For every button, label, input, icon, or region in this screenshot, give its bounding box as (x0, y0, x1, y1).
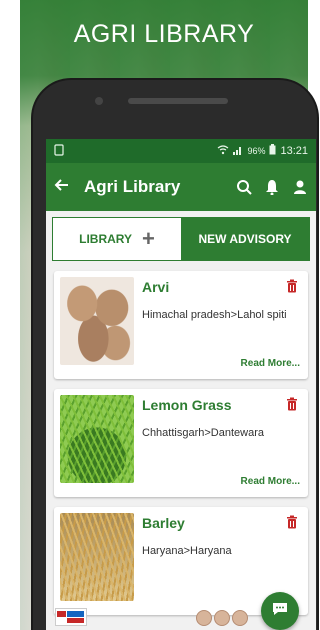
battery-icon (269, 144, 276, 158)
tab-library-label: LIBRARY (79, 232, 133, 246)
search-icon[interactable] (236, 179, 252, 195)
person-avatar (214, 610, 230, 626)
chat-icon (271, 601, 289, 622)
delete-icon[interactable] (286, 397, 298, 411)
status-time: 13:21 (280, 145, 308, 157)
phone-camera (95, 97, 103, 105)
read-more-link[interactable]: Read More... (241, 358, 300, 369)
card-info: Lemon Grass Chhattisgarh>Dantewara Read … (134, 395, 302, 491)
crop-image (60, 395, 134, 483)
crop-location: Himachal pradesh>Lahol spiti (142, 309, 287, 321)
status-bar: 96% 13:21 (46, 139, 316, 163)
crop-location: Chhattisgarh>Dantewara (142, 427, 264, 439)
user-profile-icon[interactable] (292, 179, 308, 195)
crop-location: Haryana>Haryana (142, 545, 232, 557)
crop-name: Barley (142, 515, 185, 531)
delete-icon[interactable] (286, 279, 298, 293)
status-indicators: 96% 13:21 (217, 144, 308, 158)
notification-icon (54, 143, 64, 159)
people-illustration (196, 610, 256, 630)
app-bar-actions (236, 179, 308, 196)
tab-new-advisory[interactable]: NEW ADVISORY (181, 218, 309, 260)
library-card[interactable]: Arvi Himachal pradesh>Lahol spiti Read M… (54, 271, 308, 379)
phone-screen: 96% 13:21 Agri Library LIBRARY + NEW ADV… (46, 139, 316, 630)
tab-bar: LIBRARY + NEW ADVISORY (52, 217, 310, 261)
promo-title: AGRI LIBRARY (73, 20, 255, 48)
crop-name: Lemon Grass (142, 397, 232, 413)
tab-new-advisory-label: NEW ADVISORY (198, 232, 292, 246)
phone-frame: 96% 13:21 Agri Library LIBRARY + NEW ADV… (33, 80, 317, 630)
battery-percent: 96% (247, 146, 266, 156)
tab-library[interactable]: LIBRARY + (53, 218, 181, 260)
add-icon[interactable]: + (142, 226, 155, 252)
app-title: Agri Library (84, 177, 181, 196)
bell-icon[interactable] (264, 179, 280, 196)
crop-image (60, 513, 134, 601)
card-info: Arvi Himachal pradesh>Lahol spiti Read M… (134, 277, 302, 373)
wifi-icon (217, 144, 229, 158)
brand-logo (55, 608, 87, 626)
library-list: Arvi Himachal pradesh>Lahol spiti Read M… (46, 261, 316, 615)
crop-image (60, 277, 134, 365)
person-avatar (196, 610, 212, 626)
read-more-link[interactable]: Read More... (241, 476, 300, 487)
library-card[interactable]: Lemon Grass Chhattisgarh>Dantewara Read … (54, 389, 308, 497)
chat-button[interactable] (261, 592, 299, 630)
back-arrow-icon[interactable] (54, 177, 78, 198)
phone-speaker (128, 98, 228, 104)
crop-name: Arvi (142, 279, 170, 295)
delete-icon[interactable] (286, 515, 298, 529)
person-avatar (232, 610, 248, 626)
signal-icon (233, 145, 243, 158)
app-bar: Agri Library (46, 163, 316, 211)
